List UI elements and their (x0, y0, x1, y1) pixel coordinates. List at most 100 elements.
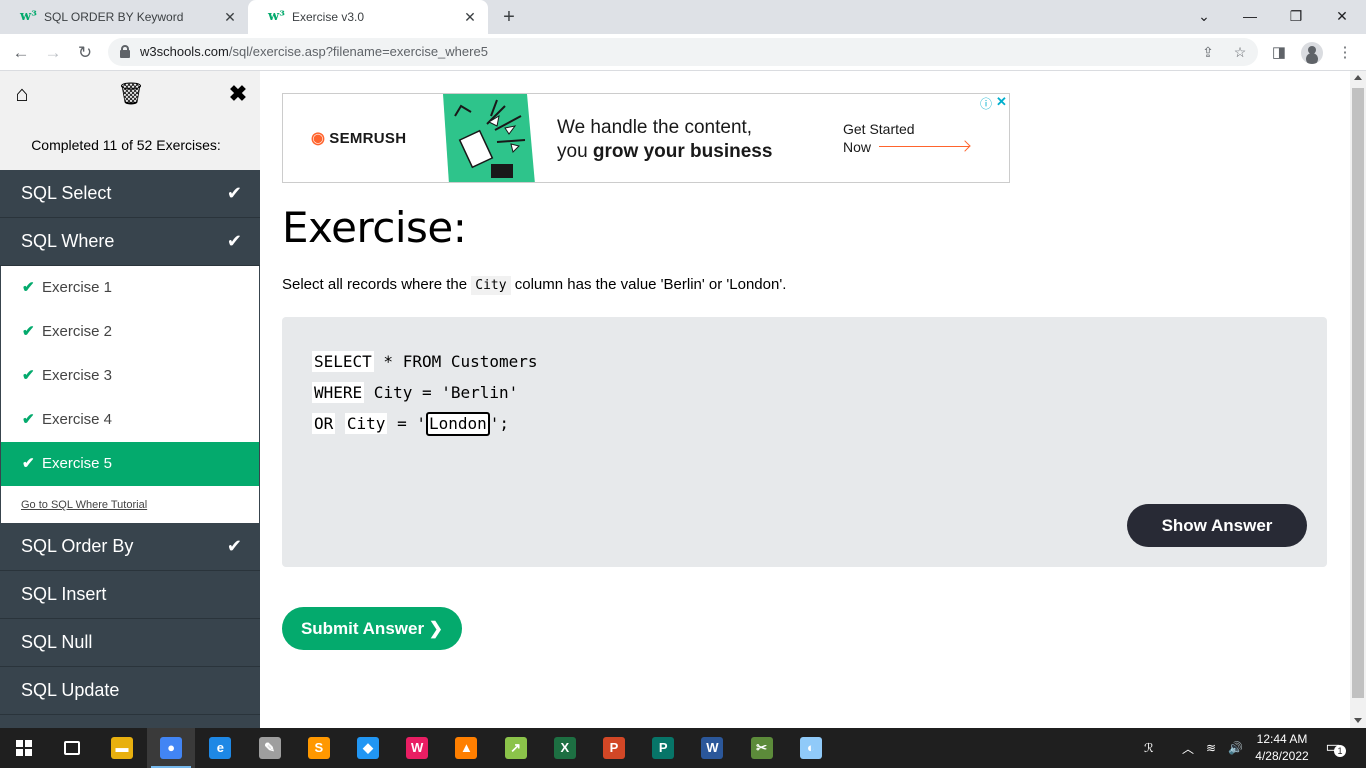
code-line-2: WHERE City = 'Berlin' (312, 382, 519, 403)
scrollbar-thumb[interactable] (1352, 88, 1364, 698)
forward-icon[interactable]: → (40, 40, 66, 66)
taskbar-app-powerpoint[interactable]: P (590, 728, 638, 768)
submit-answer-button[interactable]: Submit Answer ❯ (282, 607, 462, 650)
clock-date: 4/28/2022 (1255, 749, 1309, 763)
code-keyword: City (344, 413, 388, 434)
people-icon[interactable]: ℛ (1144, 728, 1154, 768)
close-icon[interactable]: ✖ (226, 81, 250, 107)
sidebar-item-label: SQL Select (21, 183, 112, 203)
sidebar-item-sql-update[interactable]: SQL Update (0, 667, 260, 715)
browser-tab-order-by[interactable]: w³ SQL ORDER BY Keyword ✕ (0, 0, 248, 34)
ad-close-icon[interactable]: ✕ (996, 94, 1007, 110)
sidebar-item-sql-null[interactable]: SQL Null (0, 619, 260, 667)
vertical-scrollbar[interactable] (1350, 71, 1366, 728)
menu-kebab-icon[interactable]: ⋮ (1334, 42, 1356, 64)
publisher-icon: P (652, 737, 675, 759)
exercise-label: Exercise 2 (42, 323, 113, 340)
text-editor-icon: ✎ (258, 737, 281, 759)
sidebar-item-label: SQL Order By (21, 536, 134, 556)
chrome-icon: ● (160, 737, 183, 759)
sidebar-toolbar: ⌂ 🗑 ✖ (0, 71, 260, 119)
address-bar[interactable]: w3schools.com/sql/exercise.asp?filename=… (108, 38, 1258, 66)
notifications-icon[interactable]: ▭ 1 (1322, 737, 1346, 759)
sidebar-item-next[interactable] (0, 715, 260, 728)
bookmark-star-icon[interactable]: ☆ (1230, 42, 1250, 62)
volume-icon[interactable]: 🔊 (1228, 728, 1243, 768)
new-tab-icon[interactable]: + (498, 6, 520, 28)
back-icon[interactable]: ← (8, 40, 34, 66)
show-answer-button[interactable]: Show Answer (1127, 504, 1307, 547)
side-panel-icon[interactable]: ◨ (1268, 42, 1290, 64)
share-icon[interactable]: ⇪ (1198, 42, 1218, 62)
scroll-up-icon[interactable] (1354, 75, 1362, 80)
ad-get-started-link[interactable]: Get Started Now (843, 120, 915, 156)
exercise-menu: SQL Select ✔ SQL Where ✔ ✔ Exercise 1 ✔ … (0, 170, 260, 728)
sidebar-exercise-4[interactable]: ✔ Exercise 4 (1, 398, 259, 442)
taskbar-app-chrome[interactable]: ● (147, 728, 196, 768)
sidebar-exercise-1[interactable]: ✔ Exercise 1 (1, 266, 259, 310)
windows-taskbar: ▬ ● e ✎ S ◆ W ▲ ↗ X P P W ✂ ◐ ℛ ︿ ≋ 🔊 12:44 AM 4/28/20… (0, 728, 1366, 768)
completed-count: Completed 11 of 52 Exercises: (31, 137, 221, 153)
exercise-label: Exercise 5 (42, 455, 113, 472)
ad-info-icon[interactable]: ⓘ (980, 95, 992, 112)
sidebar-exercise-5[interactable]: ✔ Exercise 5 (1, 442, 259, 486)
exercise-label: Exercise 4 (42, 411, 113, 428)
taskbar-app-publisher[interactable]: P (639, 728, 687, 768)
trash-icon[interactable]: 🗑 (117, 81, 145, 107)
taskbar-app-edge[interactable]: e (196, 728, 244, 768)
sidebar-exercise-3[interactable]: ✔ Exercise 3 (1, 354, 259, 398)
answer-input[interactable]: London (425, 412, 490, 436)
close-window-icon[interactable]: ✕ (1330, 5, 1354, 27)
advertisement-banner[interactable]: ◉ SEMRUSH We handle the content, you grow… (282, 93, 1010, 183)
system-clock[interactable]: 12:44 AM 4/28/2022 (1250, 731, 1314, 765)
taskbar-app-word[interactable]: W (688, 728, 736, 768)
taskbar-app-text-editor[interactable]: ✎ (246, 728, 294, 768)
taskbar-app-excel[interactable]: X (541, 728, 589, 768)
close-tab-icon[interactable]: ✕ (462, 9, 478, 25)
tutorial-link[interactable]: Go to SQL Where Tutorial (1, 486, 259, 523)
checkmark-icon: ✔ (226, 536, 242, 556)
tab-title: SQL ORDER BY Keyword (44, 10, 184, 24)
tab-search-icon[interactable]: ⌄ (1192, 5, 1216, 27)
taskbar-app-sublime[interactable]: S (295, 728, 343, 768)
semrush-flame-icon: ◉ (311, 130, 326, 147)
code-line-1: SELECT * FROM Customers (312, 351, 538, 372)
taskbar-app-fluent[interactable]: ◆ (344, 728, 392, 768)
taskbar-app-wamp[interactable]: W (393, 728, 441, 768)
sidebar-item-sql-where[interactable]: SQL Where ✔ (0, 218, 260, 266)
tray-expand-icon[interactable]: ︿ (1182, 728, 1194, 768)
wifi-icon[interactable]: ≋ (1206, 728, 1216, 768)
restore-icon[interactable]: ❐ (1284, 5, 1308, 27)
sidebar-item-sql-insert[interactable]: SQL Insert (0, 571, 260, 619)
word-icon: W (701, 737, 724, 759)
lock-icon[interactable] (120, 45, 130, 58)
code-keyword: SELECT (312, 351, 374, 372)
task-view-icon[interactable] (48, 728, 96, 768)
browser-tab-exercise[interactable]: w³ Exercise v3.0 ✕ (248, 0, 488, 34)
taskbar-app-vlc[interactable]: ▲ (442, 728, 490, 768)
taskbar-app-chart-app[interactable]: ↗ (492, 728, 540, 768)
exercise-sidebar: ⌂ 🗑 ✖ Completed 11 of 52 Exercises: SQL … (0, 71, 260, 728)
close-tab-icon[interactable]: ✕ (222, 9, 238, 25)
ad-headline: We handle the content, you grow your bus… (557, 117, 773, 162)
reload-icon[interactable]: ↻ (72, 40, 98, 66)
url-text: w3schools.com/sql/exercise.asp?filename=… (140, 44, 488, 59)
sidebar-exercise-2[interactable]: ✔ Exercise 2 (1, 310, 259, 354)
sidebar-item-sql-order-by[interactable]: SQL Order By ✔ (0, 523, 260, 571)
profile-avatar[interactable] (1301, 42, 1323, 64)
paint-icon: ◐ (799, 737, 822, 759)
start-menu-icon[interactable] (0, 728, 48, 768)
minimize-icon[interactable]: — (1238, 5, 1262, 27)
scroll-down-icon[interactable] (1354, 718, 1362, 723)
exercise-label: Exercise 3 (42, 367, 113, 384)
sidebar-item-sql-select[interactable]: SQL Select ✔ (0, 170, 260, 218)
taskbar-app-snipping[interactable]: ✂ (738, 728, 786, 768)
code-line-3: OR City = ' London '; (312, 411, 538, 442)
taskbar-app-paint[interactable]: ◐ (787, 728, 835, 768)
checkmark-icon: ✔ (22, 367, 35, 384)
taskbar-app-file-explorer[interactable]: ▬ (98, 728, 146, 768)
semrush-logo: ◉ SEMRUSH (311, 130, 407, 147)
wamp-icon: W (406, 737, 429, 759)
tab-title: Exercise v3.0 (292, 10, 365, 24)
home-icon[interactable]: ⌂ (10, 81, 34, 107)
